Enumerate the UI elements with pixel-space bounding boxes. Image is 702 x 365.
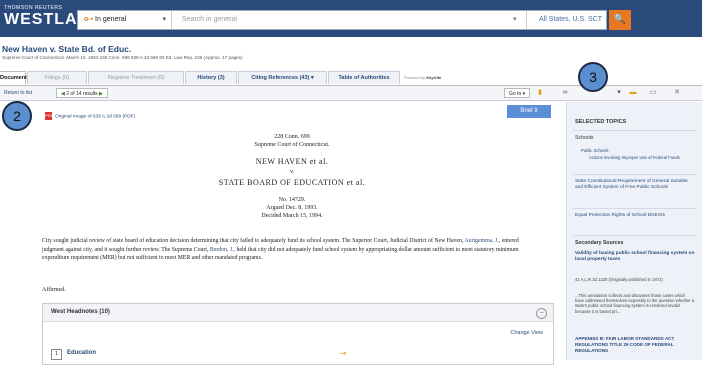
- divider: [573, 174, 697, 175]
- tab-citing-label: Citing References (43): [251, 75, 310, 81]
- case-title: New Haven v. State Bd. of Educ.: [2, 44, 132, 54]
- citation: 228 Conn. 699: [274, 134, 310, 140]
- dropdown-icon[interactable]: ▾: [614, 88, 624, 98]
- brief-it-button[interactable]: Brief It: [507, 105, 551, 118]
- right-sidebar: SELECTED TOPICS Schools Public Schools A…: [566, 102, 702, 360]
- results-navigator[interactable]: ◀ 2 of 14 results ▶: [56, 88, 108, 98]
- tab-negative-treatment[interactable]: Negative Treatment (0): [88, 71, 184, 84]
- topic-public-schools[interactable]: Public Schools: [581, 148, 608, 154]
- headnote-number[interactable]: 1: [51, 349, 62, 360]
- scope-label: In general: [95, 16, 127, 23]
- keycite-powered: Powered by KeyCite: [404, 75, 441, 80]
- secondary-source-snippet: ...This annotation collects and discusse…: [575, 293, 695, 314]
- goto-label: Go to: [509, 91, 522, 97]
- search-input[interactable]: Search in general: [182, 11, 237, 29]
- party-plaintiff: NEW HAVEN et al.: [255, 157, 329, 166]
- secondary-source-link[interactable]: APPENDIX B: FAIR LABOR STANDARDS ACT REG…: [575, 336, 695, 354]
- tab-citing-references[interactable]: Citing References (43) ▾: [238, 71, 327, 84]
- disposition: Affirmed.: [42, 287, 66, 293]
- argued-date: Argued Dec. 8, 1993.: [266, 205, 318, 211]
- scope-select[interactable]: o-▪ In general ▾: [78, 11, 172, 29]
- secondary-source-link[interactable]: Validity of basing public school financi…: [575, 251, 695, 263]
- versus: v.: [289, 169, 295, 175]
- divider: [573, 130, 697, 131]
- tab-table-of-authorities[interactable]: Table of Authorities: [328, 71, 400, 84]
- search-button[interactable]: 🔍: [609, 10, 631, 30]
- key-number-icon: ⊸: [339, 348, 347, 358]
- collapse-icon[interactable]: −: [536, 308, 547, 319]
- annotation-badge-2: 2: [2, 101, 32, 131]
- secondary-sources-heading: Secondary Sources: [575, 240, 624, 246]
- synopsis-paragraph: City sought judicial review of state boa…: [42, 237, 538, 263]
- search-icon: 🔍: [613, 14, 627, 25]
- case-meta: Supreme Court of Connecticut. March 15, …: [2, 55, 243, 60]
- divider: [573, 208, 697, 209]
- folder-icon[interactable]: ▬: [628, 88, 638, 98]
- docket-number: No. 14729.: [278, 197, 306, 203]
- prev-arrow-icon[interactable]: ◀: [61, 91, 65, 97]
- court-name: Supreme Court of Connecticut.: [254, 142, 330, 148]
- print-icon[interactable]: ▭: [648, 88, 658, 98]
- party-defendant: STATE BOARD OF EDUCATION et al.: [218, 178, 366, 187]
- topic-schools[interactable]: Schools: [575, 135, 593, 141]
- key-icon: o-▪: [84, 16, 94, 23]
- pdf-icon: PDF: [45, 112, 53, 120]
- topic-actions[interactable]: Actions Involving Improper Use of Federa…: [589, 155, 695, 160]
- headnotes-panel: West Headnotes (10) − Change View 1 Educ…: [42, 303, 554, 365]
- tab-filings[interactable]: Filings (0): [27, 71, 87, 84]
- next-arrow-icon[interactable]: ▶: [99, 91, 103, 97]
- chevron-down-icon: ▾: [310, 75, 314, 81]
- results-count: 2 of 14 results: [66, 91, 98, 97]
- chevron-down-icon: ▾: [513, 16, 517, 23]
- goto-dropdown[interactable]: Go to ▾: [504, 88, 531, 98]
- jurisdiction-label: All States, U.S. SCT: [539, 16, 603, 23]
- link-icon[interactable]: ∞: [560, 88, 570, 98]
- headnote-topic-link[interactable]: Education: [67, 349, 96, 358]
- pdf-link-label: Original Image of 638 A.2d 589 (PDF): [55, 114, 136, 120]
- expand-icon[interactable]: ✕: [672, 88, 682, 98]
- tab-history[interactable]: History (3): [185, 71, 237, 84]
- change-view-link[interactable]: Change View: [510, 330, 543, 336]
- pdf-link[interactable]: PDF Original Image of 638 A.2d 589 (PDF): [45, 112, 135, 120]
- jurisdiction-select[interactable]: ▾ All States, U.S. SCT: [513, 11, 606, 29]
- keycite-logo: KeyCite: [426, 75, 442, 80]
- judge-link[interactable]: Aurigemma, J.: [465, 238, 499, 244]
- synopsis-text: City sought judicial review of state boa…: [42, 238, 464, 244]
- chevron-down-icon: ▾: [162, 16, 166, 23]
- selected-topics-heading: SELECTED TOPICS: [575, 119, 627, 125]
- return-to-list-link[interactable]: Return to list: [4, 86, 32, 100]
- annotation-badge-3: 3: [578, 62, 608, 92]
- headnotes-header[interactable]: West Headnotes (10) −: [43, 304, 553, 322]
- topic-equal-protection[interactable]: Equal Protection Rights of School Distri…: [575, 213, 695, 219]
- bookmark-icon[interactable]: ▮: [535, 88, 545, 98]
- judge-link[interactable]: Berdon, J.: [210, 247, 234, 253]
- decided-date: Decided March 15, 1994.: [261, 213, 323, 219]
- search-box: o-▪ In general ▾ Search in general ▾ All…: [77, 10, 607, 30]
- secondary-source-citation: 41 A.L.R.3d 1220 (Originally published i…: [575, 277, 663, 282]
- divider: [573, 235, 697, 236]
- powered-by-label: Powered by: [404, 75, 426, 80]
- tab-document[interactable]: Document: [0, 71, 27, 84]
- topic-constitutional[interactable]: State Constitutional Requirement of Gene…: [575, 179, 695, 191]
- headnotes-title: West Headnotes (10): [51, 309, 110, 315]
